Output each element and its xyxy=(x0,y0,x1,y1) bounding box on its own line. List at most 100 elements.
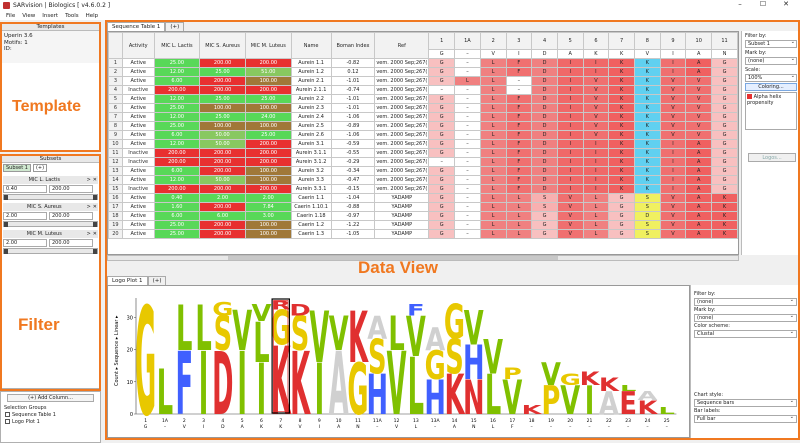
table-cell[interactable]: -1.05 xyxy=(330,229,376,239)
table-cell[interactable]: F xyxy=(505,157,533,167)
table-cell[interactable]: K xyxy=(608,148,635,158)
position-header[interactable]: 6 xyxy=(582,32,610,50)
table-cell[interactable]: G xyxy=(608,229,635,239)
table-cell[interactable]: G xyxy=(711,67,738,77)
table-cell[interactable]: K xyxy=(608,112,635,122)
table-cell[interactable]: K xyxy=(608,85,635,95)
table-cell[interactable]: 50.00 xyxy=(199,139,246,149)
filter-max-input[interactable]: 200.00 xyxy=(49,185,93,193)
table-cell[interactable]: V xyxy=(659,112,687,122)
table-cell[interactable]: F xyxy=(505,139,533,149)
table-cell[interactable]: V xyxy=(556,220,584,230)
table-cell[interactable]: I xyxy=(556,175,584,185)
table-cell[interactable]: – xyxy=(454,184,481,194)
table-cell[interactable]: L xyxy=(479,184,507,194)
table-cell[interactable]: A xyxy=(685,184,713,194)
table-cell[interactable]: K xyxy=(711,220,738,230)
tab-add-logo[interactable]: (+) xyxy=(147,276,167,285)
table-row[interactable]: 15 Inactive 200.00 200.00 200.00 Aurein 3.3.1… xyxy=(108,184,738,194)
table-cell[interactable]: G xyxy=(608,202,635,212)
table-cell[interactable]: 25.00 xyxy=(153,58,201,68)
table-cell[interactable]: V xyxy=(659,229,687,239)
table-cell[interactable]: K xyxy=(608,157,635,167)
table-cell[interactable]: G xyxy=(428,76,456,86)
table-cell[interactable]: vem. 2000 Sep;267( xyxy=(374,157,430,167)
table-cell[interactable]: 12.00 xyxy=(153,112,201,122)
table-cell[interactable]: G xyxy=(428,148,456,158)
table-cell[interactable]: K xyxy=(633,184,661,194)
table-cell[interactable]: 200.00 xyxy=(199,76,246,86)
table-cell[interactable]: vem. 2000 Sep;267( xyxy=(374,67,430,77)
table-cell[interactable]: Aurein 2.1 xyxy=(290,76,332,86)
table-cell[interactable]: G xyxy=(711,103,738,113)
table-cell[interactable]: G xyxy=(428,58,456,68)
table-cell[interactable]: A xyxy=(685,193,713,203)
table-cell[interactable]: L xyxy=(479,175,507,185)
table-cell[interactable]: 12.00 xyxy=(153,139,201,149)
table-cell[interactable]: – xyxy=(454,202,481,212)
table-cell[interactable]: L xyxy=(505,211,533,221)
table-cell[interactable]: D xyxy=(531,175,558,185)
position-header[interactable]: 8 xyxy=(633,32,661,50)
table-cell[interactable]: V xyxy=(582,103,610,113)
table-cell[interactable]: 200.00 xyxy=(244,157,292,167)
table-cell[interactable]: G xyxy=(531,229,558,239)
table-cell[interactable]: Active xyxy=(121,76,155,86)
table-cell[interactable]: V xyxy=(556,211,584,221)
table-cell[interactable]: I xyxy=(556,157,584,167)
table-cell[interactable]: G xyxy=(428,94,456,104)
mark-by-select[interactable]: (none) xyxy=(745,56,797,65)
table-cell[interactable]: 4 xyxy=(108,85,123,95)
range-slider-min-handle[interactable] xyxy=(4,195,8,200)
table-cell[interactable]: L xyxy=(479,130,507,140)
table-cell[interactable]: 200.00 xyxy=(244,58,292,68)
table-cell[interactable]: 5 xyxy=(108,94,123,104)
position-header[interactable]: 7 xyxy=(608,32,635,50)
table-cell[interactable]: L xyxy=(582,202,610,212)
table-cell[interactable]: YADAMP xyxy=(374,220,430,230)
table-cell[interactable]: 25.00 xyxy=(199,67,246,77)
table-row[interactable]: 14 Active 12.00 50.00 100.00 Aurein 3.3 -0.47 v… xyxy=(108,175,738,185)
table-cell[interactable]: Active xyxy=(121,202,155,212)
table-cell[interactable]: A xyxy=(685,175,713,185)
table-cell[interactable]: V xyxy=(685,94,713,104)
table-cell[interactable]: I xyxy=(556,85,584,95)
table-row[interactable]: 11 Inactive 200.00 200.00 200.00 Aurein 3.1.1… xyxy=(108,148,738,158)
table-cell[interactable]: L xyxy=(479,157,507,167)
table-cell[interactable]: G xyxy=(711,139,738,149)
table-cell[interactable]: D xyxy=(531,67,558,77)
table-cell[interactable]: 2 xyxy=(108,67,123,77)
column-header[interactable]: MIC S. Aureus xyxy=(199,32,246,59)
table-row[interactable]: 1 Active 25.00 200.00 200.00 Aurein 1.1 -0.82 v… xyxy=(108,58,738,68)
table-row[interactable]: 19 Active 25.00 200.00 100.00 Caerin 1.2 -1.22… xyxy=(108,220,738,230)
table-cell[interactable]: G xyxy=(711,112,738,122)
table-cell[interactable]: YADAMP xyxy=(374,229,430,239)
table-cell[interactable]: 0.40 xyxy=(153,193,201,203)
table-cell[interactable]: G xyxy=(428,166,456,176)
table-cell[interactable]: F xyxy=(505,94,533,104)
table-cell[interactable]: 200.00 xyxy=(199,220,246,230)
table-cell[interactable]: K xyxy=(711,211,738,221)
table-cell[interactable]: Active xyxy=(121,121,155,131)
table-cell[interactable]: 25.00 xyxy=(153,220,201,230)
table-cell[interactable]: 25.00 xyxy=(199,112,246,122)
table-cell[interactable]: G xyxy=(531,220,558,230)
table-cell[interactable]: S xyxy=(633,193,661,203)
table-cell[interactable]: 7 xyxy=(108,112,123,122)
table-cell[interactable]: V xyxy=(556,202,584,212)
table-cell[interactable]: L xyxy=(479,139,507,149)
table-cell[interactable]: -1.01 xyxy=(330,76,376,86)
table-row[interactable]: 3 Active 6.00 200.00 100.00 Aurein 2.1 -1.01 ve… xyxy=(108,76,738,86)
table-cell[interactable]: – xyxy=(454,112,481,122)
table-cell[interactable]: F xyxy=(505,58,533,68)
table-cell[interactable]: G xyxy=(428,121,456,131)
table-cell[interactable]: 12.00 xyxy=(153,67,201,77)
table-cell[interactable]: S xyxy=(531,202,558,212)
table-cell[interactable]: K xyxy=(633,58,661,68)
menu-help[interactable]: Help xyxy=(86,13,99,19)
table-cell[interactable]: V xyxy=(659,211,687,221)
table-cell[interactable]: L xyxy=(479,193,507,203)
table-cell[interactable]: V xyxy=(556,229,584,239)
table-cell[interactable]: 3 xyxy=(108,76,123,86)
table-cell[interactable]: 200.00 xyxy=(153,85,201,95)
